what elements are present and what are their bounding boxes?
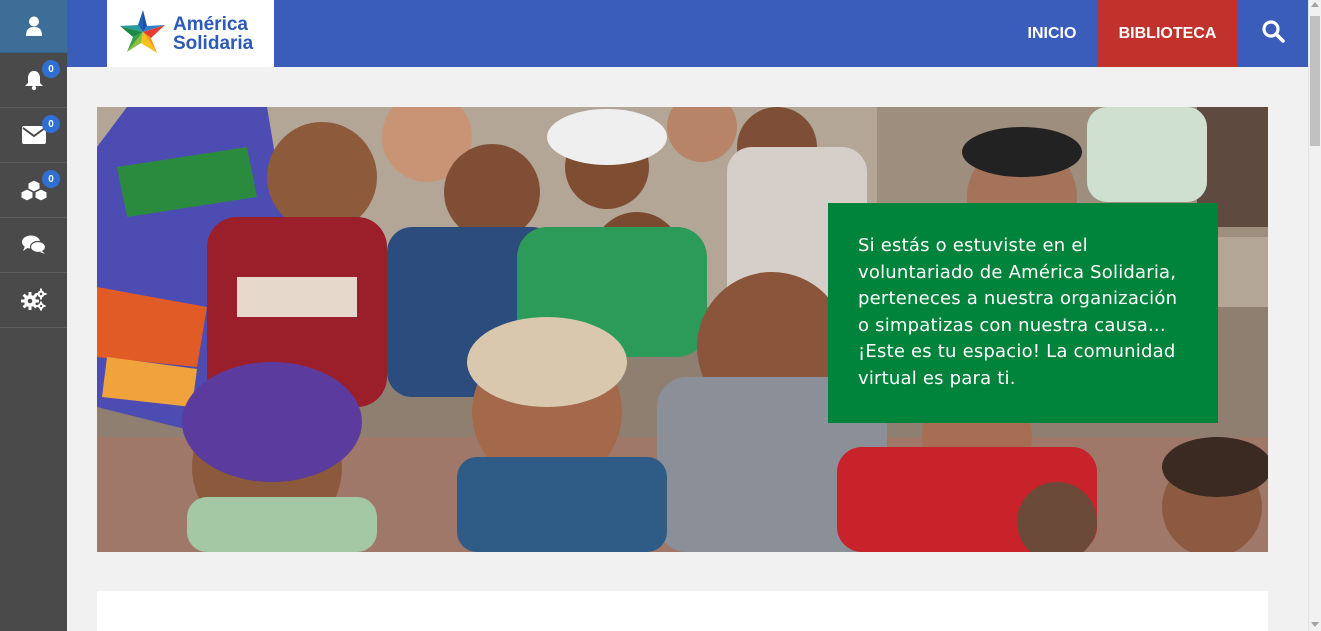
- search-button[interactable]: [1238, 0, 1308, 67]
- scroll-up-arrow-icon[interactable]: [1311, 2, 1319, 7]
- logo-wordmark: América Solidaria: [173, 15, 253, 53]
- logo-line-2: Solidaria: [173, 32, 254, 54]
- search-icon: [1261, 19, 1285, 48]
- page-scrollbar[interactable]: [1308, 0, 1321, 631]
- top-navbar: América Solidaria INICIO BIBLIOTECA: [67, 0, 1308, 67]
- sidebar-item-resources[interactable]: 0: [0, 163, 67, 218]
- bell-icon: [23, 69, 45, 91]
- hero-message-text: Si estás o estuviste en el voluntariado …: [858, 235, 1178, 389]
- messages-badge: 0: [42, 115, 60, 133]
- nav-biblioteca-link[interactable]: BIBLIOTECA: [1097, 0, 1238, 67]
- user-icon: [25, 16, 43, 36]
- comments-icon: [21, 235, 46, 255]
- sidebar-item-chat[interactable]: [0, 218, 67, 273]
- nav-inicio-link[interactable]: INICIO: [1007, 0, 1097, 67]
- hero-message-card: Si estás o estuviste en el voluntariado …: [828, 203, 1218, 423]
- america-solidaria-logo[interactable]: América Solidaria: [107, 0, 274, 67]
- sidebar-item-messages[interactable]: 0: [0, 108, 67, 163]
- content-panel: [97, 591, 1268, 631]
- resources-badge: 0: [42, 170, 60, 188]
- sidebar-item-settings[interactable]: [0, 273, 67, 328]
- scroll-down-arrow-icon[interactable]: [1311, 622, 1319, 627]
- envelope-icon: [21, 126, 46, 144]
- notifications-badge: 0: [42, 60, 60, 78]
- star-logo-icon: [119, 8, 167, 59]
- sidebar-item-profile[interactable]: [0, 0, 67, 53]
- scroll-thumb[interactable]: [1310, 16, 1320, 146]
- gears-icon: [20, 288, 47, 312]
- sidebar-item-notifications[interactable]: 0: [0, 53, 67, 108]
- left-sidebar: 0 0 0: [0, 0, 67, 631]
- hero-banner: Si estás o estuviste en el voluntariado …: [97, 107, 1268, 552]
- logo-line-1: América: [173, 13, 248, 35]
